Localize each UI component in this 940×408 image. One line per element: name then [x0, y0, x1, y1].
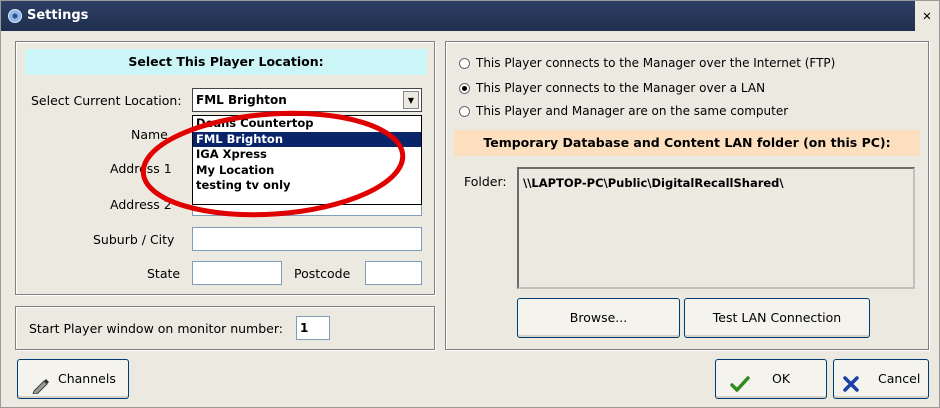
browse-button[interactable]: Browse... [517, 298, 680, 338]
state-label: State [147, 266, 181, 281]
radio-lan[interactable]: This Player connects to the Manager over… [459, 79, 765, 97]
list-item-selected[interactable]: FML Brighton [193, 131, 421, 147]
folder-path-box[interactable]: \\LAPTOP-PC\Public\DigitalRecallShared\ [517, 167, 915, 289]
radio-ftp[interactable]: This Player connects to the Manager over… [459, 54, 835, 72]
postcode-field[interactable] [365, 261, 422, 285]
list-item[interactable]: Deans Countertop [193, 116, 421, 132]
radio-same-computer[interactable]: This Player and Manager are on the same … [459, 102, 788, 120]
location-panel-header: Select This Player Location: [25, 49, 427, 75]
location-combobox[interactable]: FML Brighton ▼ [192, 88, 422, 112]
suburb-label: Suburb / City [93, 232, 175, 247]
select-location-label: Select Current Location: [31, 93, 182, 108]
channels-button[interactable]: Channels [17, 359, 129, 399]
monitor-label: Start Player window on monitor number: [29, 321, 283, 336]
close-button[interactable]: ✕ [915, 1, 939, 31]
pen-icon [32, 371, 50, 408]
radio-lan-label: This Player connects to the Manager over… [476, 81, 766, 95]
address2-label: Address 2 [110, 197, 172, 212]
radio-ftp-label: This Player connects to the Manager over… [476, 56, 836, 70]
settings-app-icon [7, 8, 23, 24]
list-item[interactable]: testing tv only [193, 178, 421, 194]
window-title: Settings [27, 8, 89, 23]
radio-same-label: This Player and Manager are on the same … [476, 104, 789, 118]
x-icon [842, 370, 860, 408]
ok-button[interactable]: OK [715, 359, 827, 399]
location-dropdown-list: Deans Countertop FML Brighton IGA Xpress… [192, 115, 422, 205]
postcode-label: Postcode [294, 266, 351, 281]
radio-button-selected[interactable] [459, 82, 470, 94]
radio-button[interactable] [459, 105, 470, 117]
chevron-down-icon[interactable]: ▼ [403, 91, 419, 109]
list-item[interactable]: IGA Xpress [193, 147, 421, 163]
state-field[interactable] [192, 261, 282, 285]
folder-path-value: \\LAPTOP-PC\Public\DigitalRecallShared\ [523, 176, 784, 190]
radio-button[interactable] [459, 57, 470, 69]
cancel-button[interactable]: Cancel [833, 359, 929, 399]
name-label: Name [131, 127, 168, 142]
suburb-field[interactable] [192, 227, 422, 251]
monitor-number-field[interactable]: 1 [296, 316, 330, 340]
list-item[interactable]: My Location [193, 163, 421, 179]
test-lan-connection-button[interactable]: Test LAN Connection [684, 298, 870, 338]
address1-label: Address 1 [110, 161, 172, 176]
folder-label: Folder: [464, 174, 507, 189]
checkmark-icon [730, 370, 750, 408]
settings-dialog: Settings ✕ Select This Player Location: … [0, 0, 940, 408]
title-bar: Settings ✕ [1, 1, 939, 31]
location-combobox-value: FML Brighton [196, 93, 287, 107]
lan-folder-header: Temporary Database and Content LAN folde… [454, 130, 920, 156]
